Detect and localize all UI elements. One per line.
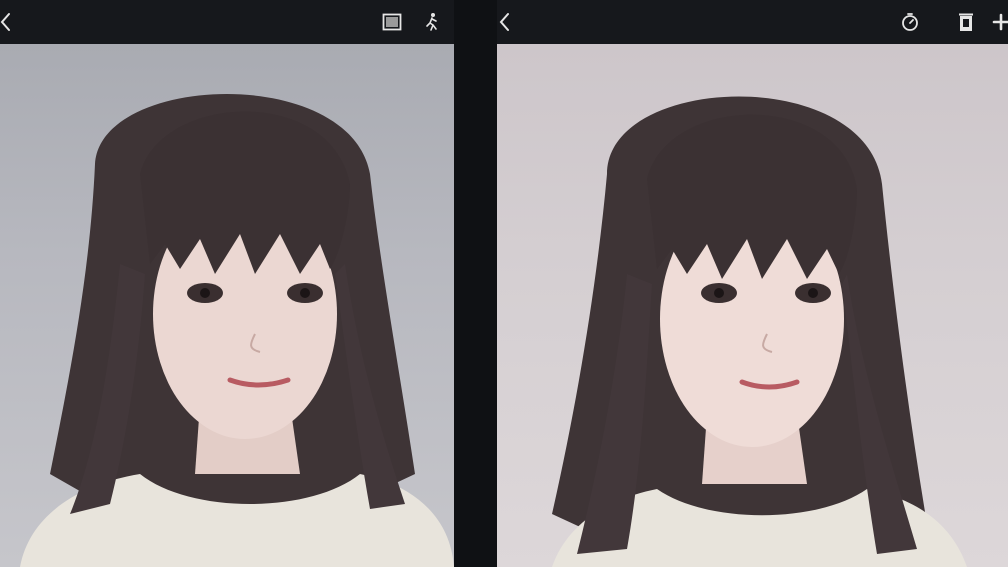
back-button[interactable]: [497, 8, 519, 36]
back-button[interactable]: [0, 8, 20, 36]
delete-icon: [959, 13, 973, 31]
back-chevron-icon: [499, 13, 509, 31]
timer-icon: [902, 13, 918, 31]
left-screen: [0, 0, 454, 567]
frame-button[interactable]: [378, 8, 406, 36]
portrait-photo: [0, 44, 454, 567]
person-walking-icon: [426, 13, 437, 31]
add-button[interactable]: [987, 8, 1008, 36]
top-toolbar: [497, 0, 1008, 44]
portrait-photo: [497, 44, 1008, 567]
timer-button[interactable]: [896, 8, 924, 36]
motion-button[interactable]: [418, 8, 446, 36]
back-chevron-icon: [0, 13, 10, 31]
split-divider: [454, 0, 497, 567]
top-toolbar: [0, 0, 454, 44]
right-screen: [497, 0, 1008, 567]
delete-button[interactable]: [952, 8, 980, 36]
frame-icon: [382, 13, 402, 31]
add-icon: [992, 13, 1008, 31]
